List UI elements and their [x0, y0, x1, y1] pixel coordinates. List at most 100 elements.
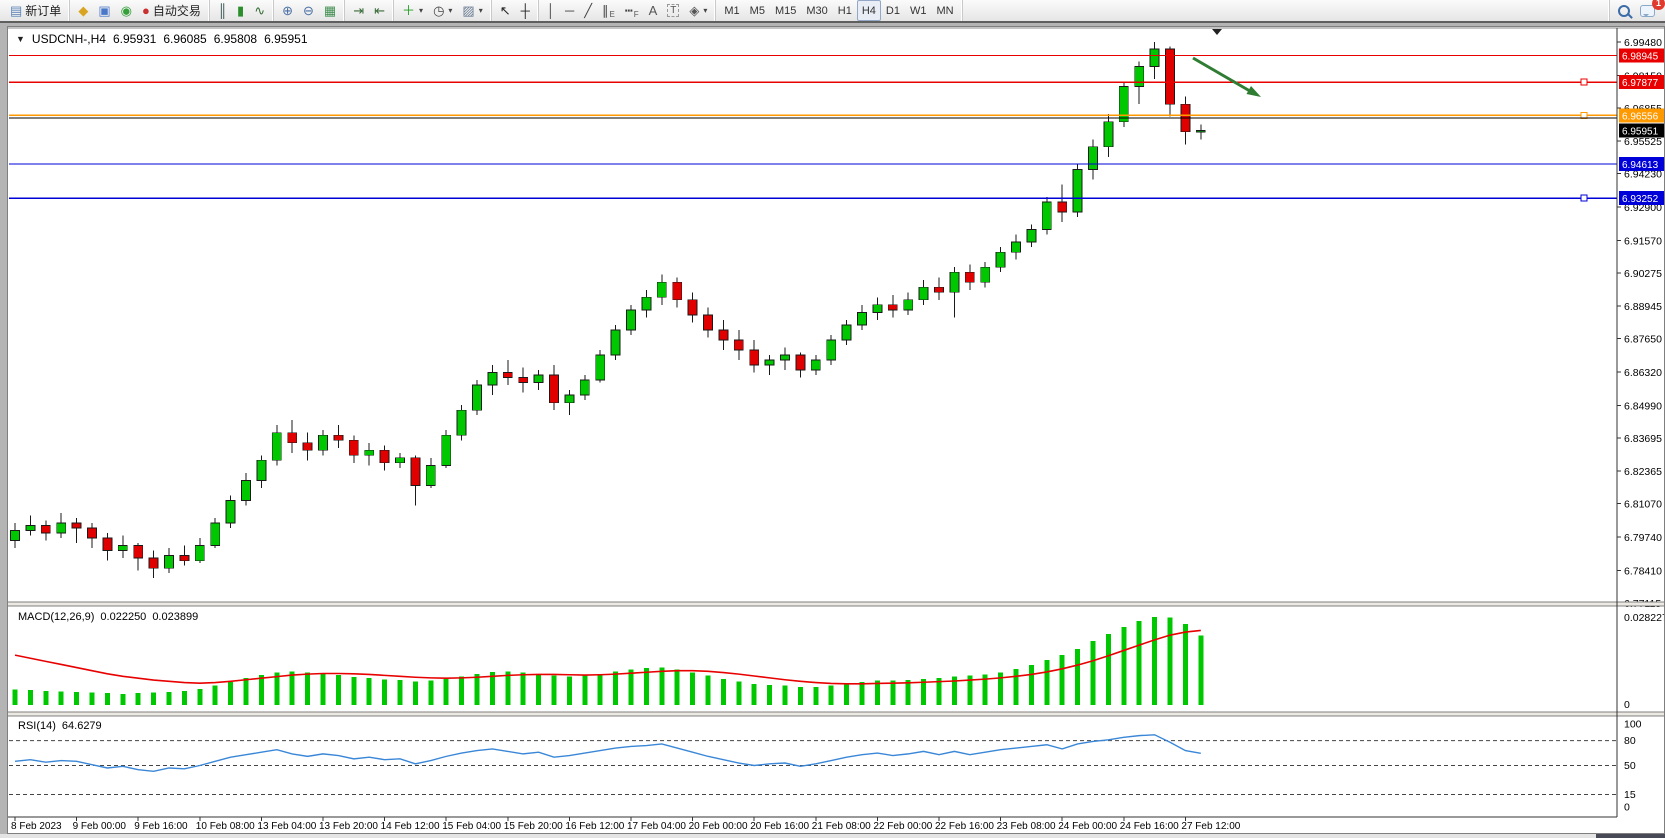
trend-arrow-annotation[interactable] — [1193, 58, 1249, 91]
zoom-out-button[interactable]: ⊖ — [298, 0, 319, 21]
line-chart-button[interactable]: ∿ — [249, 0, 270, 21]
bear-candle — [704, 315, 713, 330]
timeframe-m5-button[interactable]: M5 — [745, 0, 770, 21]
timeframe-m1-button[interactable]: M1 — [719, 0, 744, 21]
line-drag-handle[interactable] — [1581, 79, 1587, 85]
timeframe-m30-button-label: M30 — [806, 5, 827, 17]
macd-histogram-bar — [644, 668, 649, 705]
chart-shift-button[interactable]: ⇤ — [369, 0, 390, 21]
timeframe-d1-button[interactable]: D1 — [881, 0, 905, 21]
new-order-button-label: 新订单 — [25, 2, 61, 19]
bull-candle — [781, 355, 790, 360]
tile-windows-icon: ▦ — [324, 3, 336, 18]
macd-histogram-bar — [1044, 660, 1049, 705]
timeframe-m15-button[interactable]: M15 — [770, 0, 801, 21]
bear-candle — [349, 440, 358, 455]
bear-candle — [719, 330, 728, 340]
macd-histogram-bar — [398, 680, 403, 705]
bull-candle — [873, 305, 882, 313]
add-indicator-button[interactable]: ＋▾ — [397, 0, 428, 21]
fibonacci-button[interactable]: ┅F — [620, 0, 644, 21]
periods-button[interactable]: ◷▾ — [428, 0, 457, 21]
autotrading-button[interactable]: ●自动交易 — [137, 0, 206, 21]
macd-histogram-bar — [521, 672, 526, 705]
timeframe-mn-button[interactable]: MN — [931, 0, 958, 21]
macd-histogram-bar — [1029, 665, 1034, 705]
search-button[interactable] — [1613, 0, 1635, 21]
equidistant-channel-button[interactable]: ∥E — [597, 0, 620, 21]
timeframe-mn-button-label: MN — [936, 5, 953, 17]
horizontal-line-button[interactable]: ─ — [560, 0, 579, 21]
bear-candle — [303, 443, 312, 451]
bear-candle — [1058, 202, 1067, 212]
bull-candle — [396, 458, 405, 463]
level-price-label: 6.98945 — [1622, 51, 1659, 62]
text-button[interactable]: A — [644, 0, 663, 21]
text-label-button[interactable]: T — [662, 0, 684, 21]
bull-candle — [1012, 242, 1021, 252]
price-tick-label: 6.88945 — [1624, 301, 1662, 313]
bear-candle — [734, 340, 743, 350]
trend-arrow-head[interactable] — [1247, 86, 1262, 97]
price-tick-label: 6.86320 — [1624, 367, 1662, 379]
bull-candle — [26, 526, 35, 531]
bar-chart-button[interactable]: ║ — [213, 0, 232, 21]
cursor-button[interactable]: ↖ — [495, 0, 516, 21]
candlestick-chart-button[interactable]: ▮ — [232, 0, 249, 21]
main-toolbar: ▤新订单◆▣◉●自动交易║▮∿⊕⊖▦⇥⇤＋▾◷▾▨▾↖┼│─╱∥E┅FAT◈▾M… — [0, 0, 1665, 23]
notifications-button[interactable]: 1 — [1635, 0, 1660, 21]
signal-icon: ◉ — [121, 3, 132, 18]
price-tick-label: 6.78410 — [1624, 565, 1662, 577]
vertical-line-button[interactable]: │ — [542, 0, 560, 21]
price-tick-label: 6.79740 — [1624, 532, 1662, 544]
timeframe-w1-button[interactable]: W1 — [905, 0, 932, 21]
macd-histogram-bar — [1183, 624, 1188, 705]
rsi-indicator-label: RSI(14) 64.6279 — [18, 720, 102, 732]
macd-histogram-bar — [197, 689, 202, 705]
market-watch-button[interactable]: ◆ — [73, 0, 93, 21]
chart-canvas[interactable]: 6.994806.981506.968556.955256.942306.929… — [8, 27, 1664, 833]
tile-windows-button[interactable]: ▦ — [319, 0, 341, 21]
bear-candle — [41, 526, 50, 534]
rsi-axis-label: 80 — [1624, 735, 1636, 747]
date-tick-label: 24 Feb 16:00 — [1120, 821, 1179, 832]
bull-candle — [827, 340, 836, 360]
date-tick-label: 15 Feb 04:00 — [442, 821, 501, 832]
rsi-axis-label: 100 — [1624, 719, 1642, 731]
bull-candle — [596, 355, 605, 380]
crosshair-button[interactable]: ┼ — [516, 0, 535, 21]
macd-signal-value: 0.023899 — [152, 611, 198, 623]
equidistant-channel-icon: ∥ — [602, 3, 609, 18]
trendline-button[interactable]: ╱ — [579, 0, 597, 21]
icon-subscript: E — [610, 10, 615, 19]
bear-candle — [88, 528, 97, 538]
price-tick-label: 6.87650 — [1624, 334, 1662, 346]
bear-candle — [673, 282, 682, 300]
macd-histogram-bar — [167, 692, 172, 705]
zoom-in-button[interactable]: ⊕ — [277, 0, 298, 21]
terminal-button[interactable]: ▣ — [93, 0, 115, 21]
auto-scroll-button[interactable]: ⇥ — [348, 0, 369, 21]
macd-axis-label: 0 — [1624, 699, 1630, 711]
bear-candle — [965, 272, 974, 282]
timeframe-m30-button[interactable]: M30 — [801, 0, 832, 21]
autotrading-icon: ● — [142, 3, 150, 18]
rsi-axis-label: 0 — [1624, 802, 1630, 814]
macd-histogram-bar — [1168, 618, 1173, 705]
bull-candle — [473, 385, 482, 410]
timeframe-h4-button[interactable]: H4 — [857, 0, 881, 21]
new-order-button[interactable]: ▤新订单 — [5, 0, 66, 21]
quick-trade-expander-icon[interactable]: ▼ — [16, 32, 25, 46]
bull-candle — [211, 523, 220, 546]
macd-histogram-bar — [582, 676, 587, 705]
timeframe-h1-button[interactable]: H1 — [833, 0, 857, 21]
shapes-button[interactable]: ◈▾ — [684, 0, 712, 21]
line-drag-handle[interactable] — [1581, 195, 1587, 201]
signals-button[interactable]: ◉ — [116, 0, 137, 21]
templates-button[interactable]: ▨▾ — [457, 0, 487, 21]
bear-candle — [1166, 49, 1175, 104]
bull-candle — [950, 272, 959, 292]
macd-histogram-bar — [259, 675, 264, 705]
macd-histogram-bar — [228, 682, 233, 705]
bull-candle — [257, 460, 266, 480]
